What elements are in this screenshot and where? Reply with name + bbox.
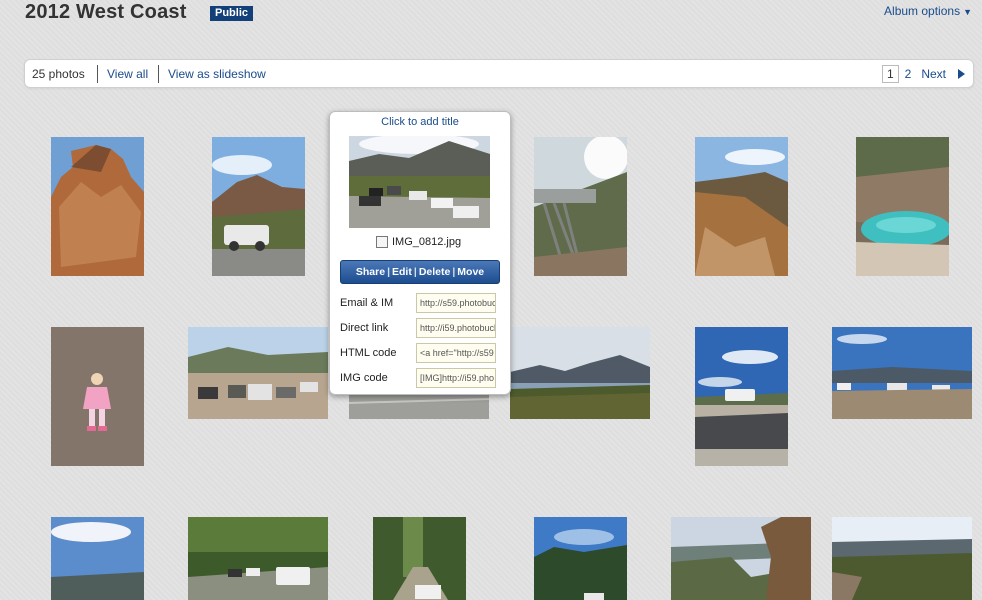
direct-link-field[interactable]: http://i59.photobucket bbox=[416, 318, 496, 338]
img-code-label: IMG code bbox=[340, 372, 388, 384]
html-code-label: HTML code bbox=[340, 347, 397, 359]
album-options-label[interactable]: Album options bbox=[884, 4, 960, 18]
next-page-link[interactable]: Next bbox=[921, 67, 946, 81]
photo-cars-on-lot[interactable] bbox=[188, 327, 328, 419]
email-im-row: Email & IM http://s59.photobucket bbox=[340, 292, 500, 314]
photo-lake-mountains[interactable] bbox=[510, 327, 650, 419]
toolbar-divider bbox=[158, 65, 159, 83]
delete-button[interactable]: Delete bbox=[419, 266, 451, 278]
photo-valley-view[interactable] bbox=[832, 517, 972, 600]
photo-bush-trees[interactable] bbox=[534, 517, 627, 600]
toolbar-divider bbox=[97, 65, 98, 83]
photo-rock-cliff[interactable] bbox=[51, 137, 144, 276]
photo-count: 25 photos bbox=[32, 67, 85, 81]
action-divider: | bbox=[413, 266, 417, 278]
html-code-field[interactable]: <a href="http://s59 bbox=[416, 343, 496, 363]
triangle-down-icon[interactable]: ▼ bbox=[963, 7, 972, 17]
triangle-right-icon[interactable] bbox=[958, 69, 965, 79]
view-all-link[interactable]: View all bbox=[107, 67, 148, 81]
action-divider: | bbox=[387, 266, 391, 278]
filename-row: IMG_0812.jpg bbox=[376, 236, 461, 248]
direct-link-label: Direct link bbox=[340, 322, 389, 334]
page-current: 1 bbox=[881, 65, 899, 83]
photo-mountain-slope[interactable] bbox=[695, 137, 788, 276]
photo-white-ute-mountains[interactable] bbox=[212, 137, 305, 276]
photo-viewing-platform[interactable] bbox=[534, 137, 627, 276]
album-options-menu[interactable]: Album options ▼ bbox=[884, 4, 972, 18]
photo-forest-road-car[interactable] bbox=[373, 517, 466, 600]
photo-filename: IMG_0812.jpg bbox=[392, 236, 462, 248]
photo-sky-hills[interactable] bbox=[51, 517, 144, 600]
direct-link-row: Direct link http://i59.photobucket bbox=[340, 317, 500, 339]
action-divider: | bbox=[452, 266, 456, 278]
actions-bar: Share | Edit | Delete | Move bbox=[340, 260, 500, 284]
photo-gorge-view[interactable] bbox=[671, 517, 811, 600]
visibility-badge: Public bbox=[210, 6, 254, 21]
email-im-label: Email & IM bbox=[340, 297, 394, 309]
img-code-row: IMG code [IMG]http://i59.pho bbox=[340, 367, 500, 389]
photo-car-road-clouds[interactable] bbox=[695, 327, 788, 466]
page-2-link[interactable]: 2 bbox=[905, 67, 912, 81]
add-title-link[interactable]: Click to add title bbox=[330, 116, 510, 128]
view-slideshow-link[interactable]: View as slideshow bbox=[168, 67, 266, 81]
select-checkbox[interactable] bbox=[376, 236, 388, 248]
album-toolbar: 25 photos View all View as slideshow 1 2… bbox=[24, 59, 974, 88]
photo-green-lake-pit[interactable] bbox=[856, 137, 949, 276]
share-button[interactable]: Share bbox=[356, 266, 385, 278]
photo-forest-cars[interactable] bbox=[188, 517, 328, 600]
edit-button[interactable]: Edit bbox=[392, 266, 412, 278]
album-title: 2012 West Coast bbox=[25, 1, 187, 23]
html-code-row: HTML code <a href="http://s59 bbox=[340, 342, 500, 364]
photo-child-pink-jacket[interactable] bbox=[51, 327, 144, 466]
move-button[interactable]: Move bbox=[457, 266, 484, 278]
img-code-field[interactable]: [IMG]http://i59.pho bbox=[416, 368, 496, 388]
pagination: 1 2 Next bbox=[881, 64, 965, 84]
photo-hover-card: Click to add title IMG_0812.jpg Share | E… bbox=[329, 111, 511, 395]
photo-cars-roadside-lake[interactable] bbox=[832, 327, 972, 419]
card-thumbnail[interactable] bbox=[349, 136, 490, 228]
email-im-field[interactable]: http://s59.photobucket bbox=[416, 293, 496, 313]
